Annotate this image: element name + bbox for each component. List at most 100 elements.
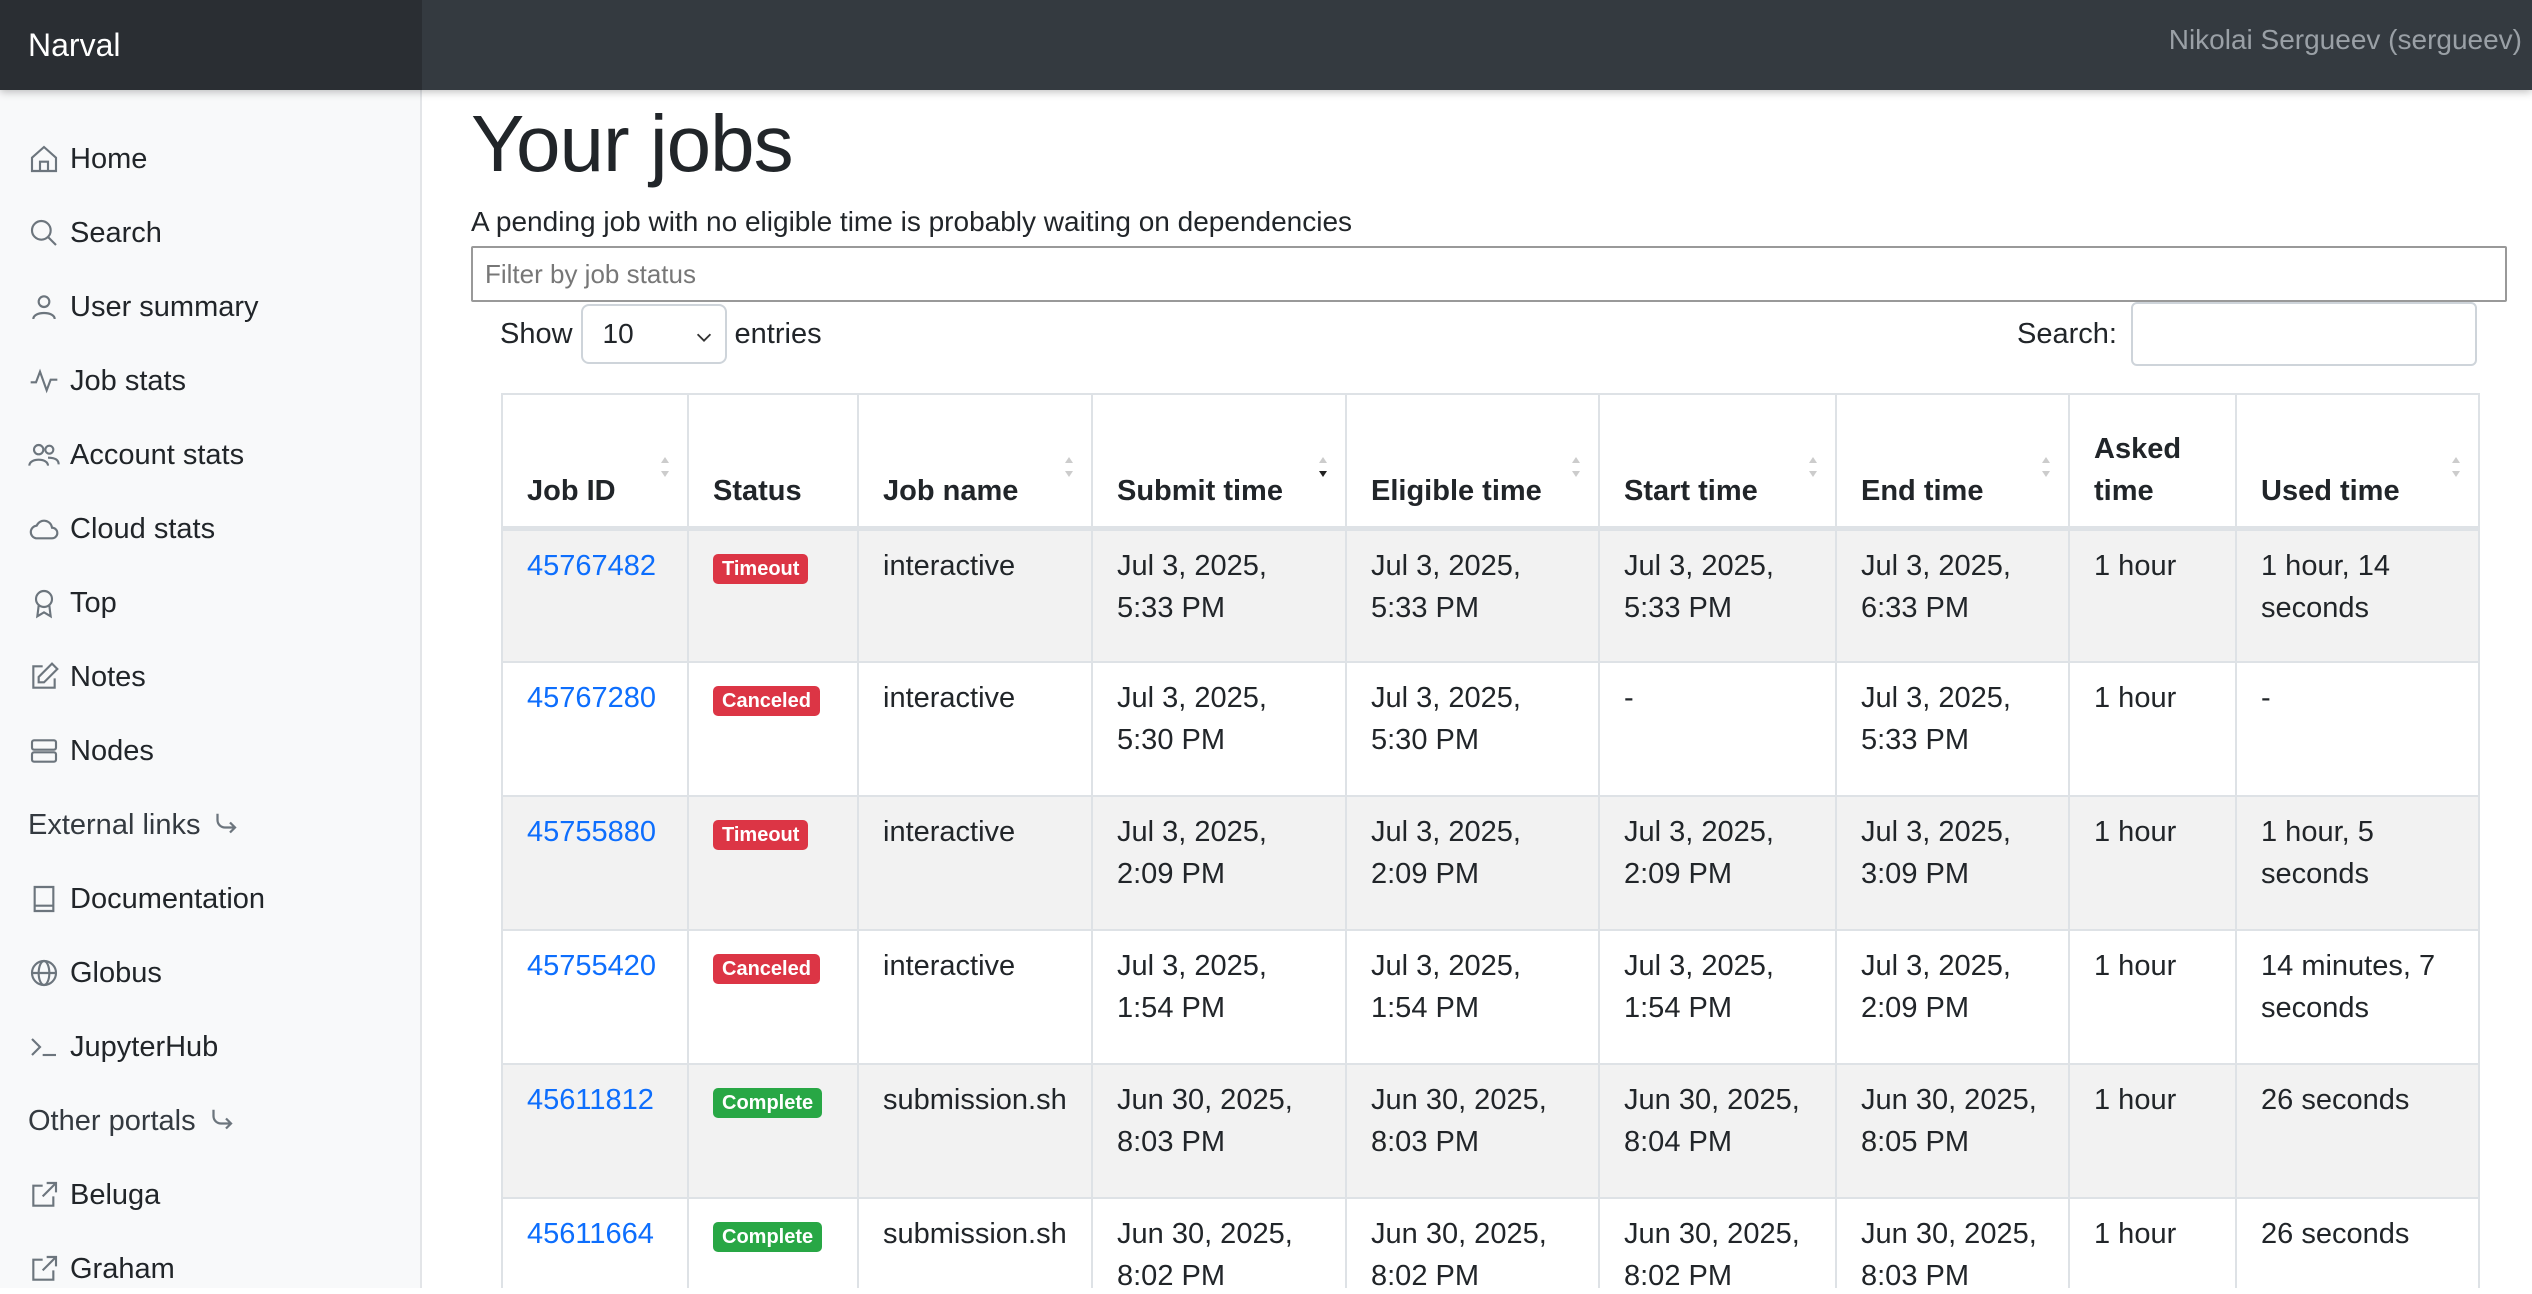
sidebar-item-label: Nodes	[70, 734, 154, 767]
job-id-link[interactable]: 45767280	[527, 682, 656, 714]
time-line: 2:09 PM	[1117, 858, 1225, 890]
sidebar-item-label: JupyterHub	[70, 1030, 219, 1063]
user-menu[interactable]: Nikolai Sergueev (sergueev)	[2169, 24, 2522, 56]
column-label: Start time	[1624, 474, 1758, 507]
date-line: Jul 3, 2025,	[1861, 549, 2011, 582]
time-line: 5:33 PM	[1861, 724, 1969, 756]
sidebar-item-nodes[interactable]: Nodes	[28, 726, 154, 776]
time-line: 3:09 PM	[1861, 858, 1969, 890]
column-label: Job ID	[527, 474, 616, 507]
cell-job-id: 45755880	[501, 795, 689, 931]
date-line: Jul 3, 2025,	[1371, 549, 1521, 582]
cell-job-name: interactive	[857, 527, 1093, 663]
job-id-link[interactable]: 45611812	[527, 1084, 654, 1116]
sidebar-item-job-stats[interactable]: Job stats	[28, 356, 186, 406]
date-line: Jul 3, 2025,	[1624, 549, 1774, 582]
arrow-return-icon	[216, 813, 238, 834]
date-line: Jul 3, 2025,	[1861, 816, 2011, 848]
sidebar: Home Search User summary Job stats Accou…	[0, 90, 422, 1288]
sidebar-item-label: Notes	[70, 660, 146, 693]
sidebar-item-label: Search	[70, 216, 162, 249]
job-status-filter-input[interactable]	[471, 246, 2507, 302]
sidebar-item-notes[interactable]: Notes	[28, 652, 146, 702]
time-line: 5:33 PM	[1624, 591, 1732, 624]
sidebar-item-jupyterhub[interactable]: JupyterHub	[28, 1022, 218, 1072]
sidebar-item-search[interactable]: Search	[28, 208, 162, 258]
sidebar-item-top[interactable]: Top	[28, 578, 117, 628]
date-line: Jul 3, 2025,	[1371, 950, 1521, 982]
job-id-link[interactable]: 45755420	[527, 950, 656, 982]
table-row: 45767280 Canceled interactive Jul 3, 2025, 5…	[501, 661, 2480, 797]
time-line: 8:03 PM	[1117, 1126, 1225, 1158]
cell-submit-time: Jul 3, 2025, 1:54 PM	[1091, 929, 1347, 1065]
column-header-asked-time[interactable]: Asked time	[2068, 393, 2237, 531]
job-id-link[interactable]: 45611664	[527, 1218, 654, 1250]
sidebar-item-home[interactable]: Home	[28, 134, 147, 184]
time-line: 5:30 PM	[1371, 724, 1479, 756]
cell-end-time: Jun 30, 2025, 8:05 PM	[1835, 1063, 2070, 1199]
cell-status: Complete	[687, 1063, 859, 1199]
cell-job-name: interactive	[857, 929, 1093, 1065]
column-header-eligible-time[interactable]: Eligible time	[1345, 393, 1600, 531]
search-label: Search:	[2017, 317, 2117, 350]
job-id-link[interactable]: 45755880	[527, 816, 656, 848]
date-line: Jul 3, 2025,	[1117, 950, 1267, 982]
brand-link[interactable]: Narval	[0, 0, 422, 90]
date-line: Jul 3, 2025,	[1371, 682, 1521, 714]
page-length-select[interactable]: 10	[580, 304, 727, 364]
column-header-end-time[interactable]: End time	[1835, 393, 2070, 531]
cell-asked-time: 1 hour	[2068, 1197, 2237, 1288]
date-line: Jun 30, 2025,	[1624, 1084, 1800, 1116]
time-line: 8:03 PM	[1861, 1260, 1969, 1288]
jobs-table-body: 45767482 Timeout interactive Jul 3, 2025, 5:…	[501, 527, 2480, 1288]
time-line: 5:33 PM	[1371, 591, 1479, 624]
other-portals-heading: Other portals	[28, 1096, 236, 1146]
table-row: 45767482 Timeout interactive Jul 3, 2025, 5:…	[501, 527, 2480, 663]
sidebar-item-documentation[interactable]: Documentation	[28, 874, 265, 924]
external-links-heading: External links	[28, 800, 240, 850]
cell-job-id: 45611812	[501, 1063, 689, 1199]
sidebar-item-graham[interactable]: Graham	[28, 1244, 175, 1294]
column-label: Eligible time	[1371, 474, 1542, 507]
page-length-value: 10	[602, 318, 634, 349]
arrow-return-icon	[212, 1109, 233, 1130]
top-navbar: Narval Nikolai Sergueev (sergueev)	[0, 0, 2532, 90]
cell-asked-time: 1 hour	[2068, 661, 2237, 797]
table-search-control: Search:	[2017, 302, 2477, 366]
sidebar-item-account-stats[interactable]: Account stats	[28, 430, 244, 480]
cell-start-time: Jul 3, 2025, 2:09 PM	[1598, 795, 1837, 931]
cell-job-name: submission.sh	[857, 1197, 1093, 1288]
cell-end-time: Jul 3, 2025, 5:33 PM	[1835, 661, 2070, 797]
date-line: Jun 30, 2025,	[1861, 1218, 2037, 1250]
cell-asked-time: 1 hour	[2068, 527, 2237, 663]
cell-submit-time: Jul 3, 2025, 2:09 PM	[1091, 795, 1347, 931]
sidebar-item-cloud-stats[interactable]: Cloud stats	[28, 504, 215, 554]
column-header-status[interactable]: Status	[687, 393, 859, 531]
column-header-submit-time[interactable]: Submit time	[1091, 393, 1347, 531]
cell-job-name: interactive	[857, 795, 1093, 931]
sidebar-item-label: Cloud stats	[70, 512, 216, 545]
column-header-start-time[interactable]: Start time	[1598, 393, 1837, 531]
cell-end-time: Jul 3, 2025, 2:09 PM	[1835, 929, 2070, 1065]
column-header-job-name[interactable]: Job name	[857, 393, 1093, 531]
cell-start-time: Jun 30, 2025, 8:04 PM	[1598, 1063, 1837, 1199]
cell-used-time: 14 minutes, 7 seconds	[2235, 929, 2480, 1065]
column-header-used-time[interactable]: Used time	[2235, 393, 2480, 531]
sidebar-item-user-summary[interactable]: User summary	[28, 282, 259, 332]
terminal-icon	[31, 1038, 56, 1057]
sort-icon	[2042, 457, 2050, 477]
sidebar-item-label: Job stats	[70, 364, 187, 397]
sidebar-item-globus[interactable]: Globus	[28, 948, 162, 998]
award-icon	[34, 589, 54, 619]
person-icon	[32, 295, 56, 320]
external-links-heading-label: External links	[28, 808, 201, 841]
book-icon	[33, 885, 55, 913]
sidebar-item-beluga[interactable]: Beluga	[28, 1170, 160, 1220]
date-line: Jul 3, 2025,	[1624, 950, 1774, 982]
time-line: 8:02 PM	[1624, 1260, 1732, 1288]
table-search-input[interactable]	[2131, 302, 2477, 366]
sidebar-item-label: Top	[70, 586, 117, 619]
column-header-job-id[interactable]: Job ID	[501, 393, 689, 531]
job-id-link[interactable]: 45767482	[527, 550, 656, 582]
time-line: 2:09 PM	[1624, 858, 1732, 890]
